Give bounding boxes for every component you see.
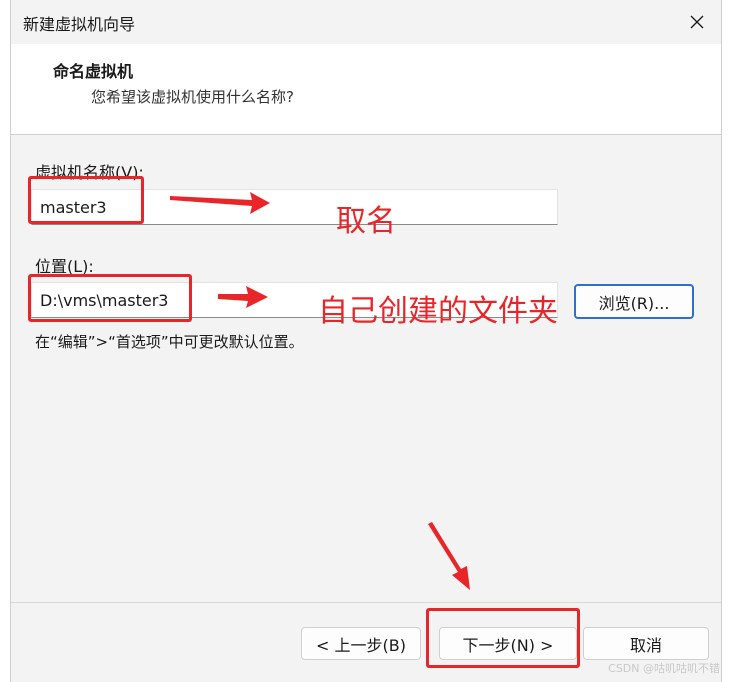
step-title: 命名虚拟机 — [53, 62, 134, 81]
footer-divider — [11, 602, 721, 603]
close-button[interactable] — [685, 10, 709, 34]
back-button[interactable]: < 上一步(B) — [301, 627, 421, 660]
wizard-header: 命名虚拟机 您希望该虚拟机使用什么名称? — [11, 44, 721, 135]
location-hint: 在“编辑”>“首选项”中可更改默认位置。 — [35, 333, 304, 351]
step-subtitle: 您希望该虚拟机使用什么名称? — [91, 88, 294, 106]
close-icon — [690, 15, 704, 29]
location-highlight-box — [28, 274, 192, 322]
cancel-button[interactable]: 取消 — [583, 627, 709, 660]
next-highlight-box — [426, 608, 580, 668]
name-annotation: 取名 — [336, 204, 396, 239]
window-title: 新建虚拟机向导 — [23, 15, 136, 34]
title-bar: 新建虚拟机向导 — [11, 0, 721, 44]
name-highlight-box — [28, 176, 144, 224]
watermark: CSDN @咕叽咕叽不错 — [608, 662, 720, 675]
browse-button[interactable]: 浏览(R)... — [574, 284, 694, 319]
wizard-window: 新建虚拟机向导 命名虚拟机 您希望该虚拟机使用什么名称? 虚拟机名称(V): m… — [10, 0, 722, 682]
location-annotation: 自己创建的文件夹 — [318, 294, 558, 329]
